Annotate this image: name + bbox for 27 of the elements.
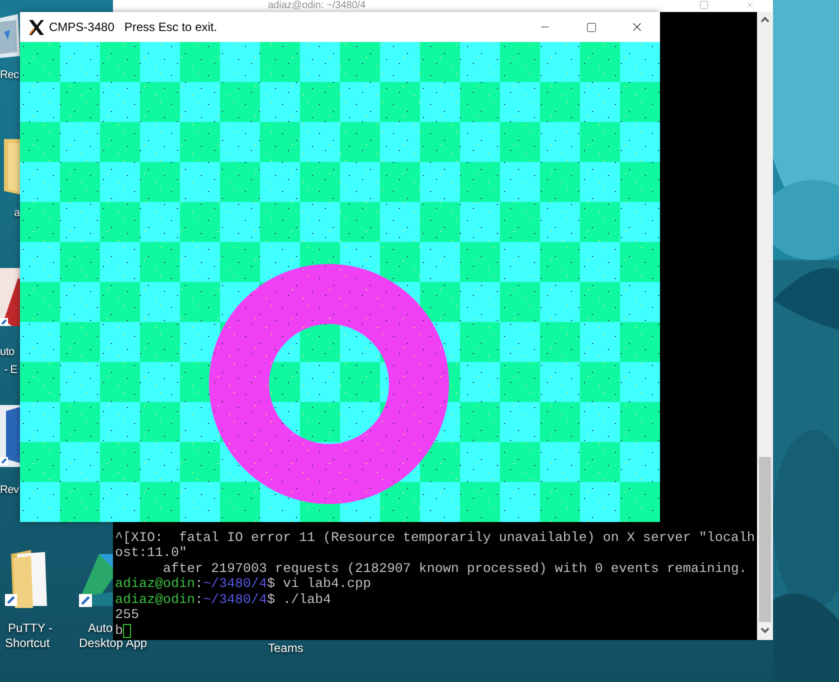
icon-label: Desktop App (79, 636, 148, 650)
window-title: adiaz@odin: ~/3480/4 (268, 0, 366, 12)
icon-label: Rev (0, 483, 19, 497)
icon-label: Shortcut (5, 636, 50, 650)
maximize-icon (586, 22, 596, 32)
window-subtitle: Press Esc to exit. (124, 19, 218, 36)
icon-label: Auto (88, 621, 113, 635)
terminal-prompt-line: adiaz@odin:~/3480/4$ ./lab4 (115, 592, 331, 608)
scrollbar-thumb[interactable] (759, 457, 771, 622)
terminal-line: 255 (115, 608, 139, 624)
scrollbar[interactable] (757, 12, 773, 640)
terminal-line: ^[XIO: fatal IO error 11 (Resource temporarily unavailable) on X server "localh (115, 530, 755, 546)
terminal-line: b (115, 624, 123, 638)
terminal-line: ost:11.0" (115, 546, 187, 562)
terminal-prompt-line: adiaz@odin:~/3480/4$ vi lab4.cpp (115, 577, 371, 592)
icon-label: a (14, 206, 20, 220)
icon-label: Teams (268, 641, 304, 655)
maximize-icon (699, 0, 709, 10)
cursor (123, 624, 131, 638)
icon-label: - E (4, 363, 18, 377)
icon-label: Rec (0, 68, 19, 82)
terminal-line: after 2197003 requests (2182907 known processed) with 0 events remaining. (162, 562, 747, 577)
app-icon[interactable] (0, 405, 22, 470)
window-title: CMPS-3480 (49, 19, 114, 36)
icon-label: uto (0, 345, 14, 359)
icon-label: PuTTY - (8, 621, 52, 635)
x-logo-icon (28, 18, 45, 36)
